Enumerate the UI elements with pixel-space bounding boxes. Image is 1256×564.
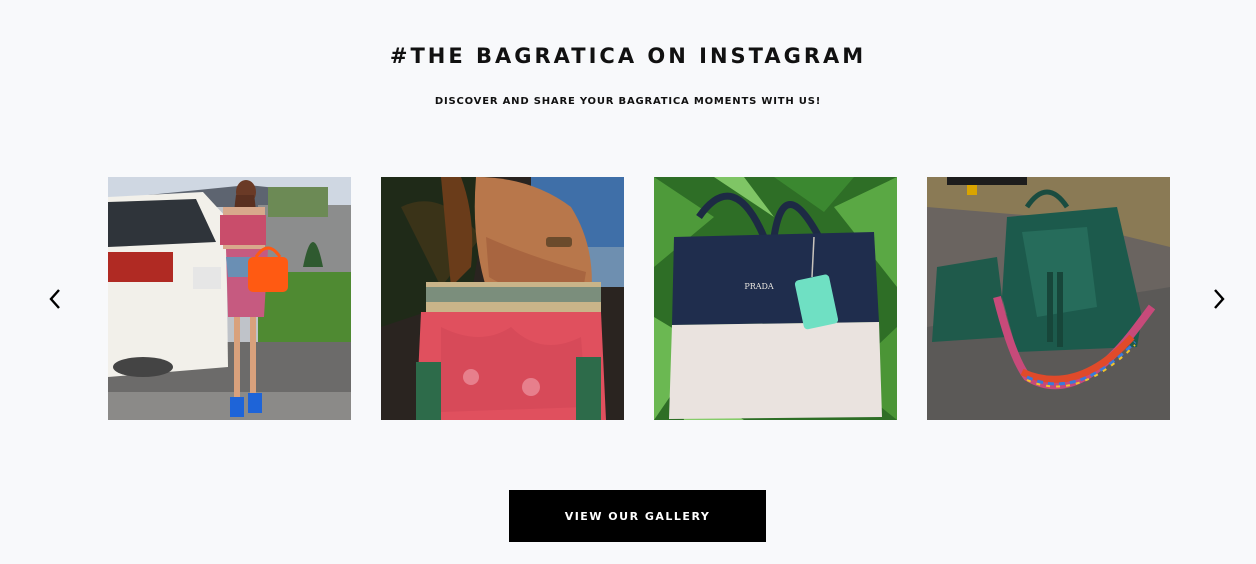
instagram-section: #THE BAGRATICA ON INSTAGRAM DISCOVER AND…: [0, 0, 1256, 564]
chevron-left-icon: [49, 289, 60, 309]
instagram-photo-4[interactable]: [927, 177, 1170, 420]
svg-text:PRADA: PRADA: [744, 282, 774, 291]
prada-handbag-photo: PRADA: [654, 177, 897, 420]
woman-with-orange-bag-photo: [108, 177, 351, 420]
instagram-photo-1[interactable]: [108, 177, 351, 420]
section-title: #THE BAGRATICA ON INSTAGRAM: [389, 44, 867, 68]
instagram-photo-2[interactable]: [381, 177, 624, 420]
green-bucket-bag-photo: [927, 177, 1170, 420]
instagram-carousel: PRADA: [0, 177, 1256, 420]
instagram-photo-3[interactable]: PRADA: [654, 177, 897, 420]
carousel-next-button[interactable]: [1204, 281, 1234, 317]
view-gallery-button[interactable]: VIEW OUR GALLERY: [509, 490, 766, 542]
section-subtitle: DISCOVER AND SHARE YOUR BAGRATICA MOMENT…: [434, 96, 822, 107]
chevron-right-icon: [1214, 289, 1225, 309]
red-tote-bag-photo: [381, 177, 624, 420]
carousel-prev-button[interactable]: [40, 281, 70, 317]
